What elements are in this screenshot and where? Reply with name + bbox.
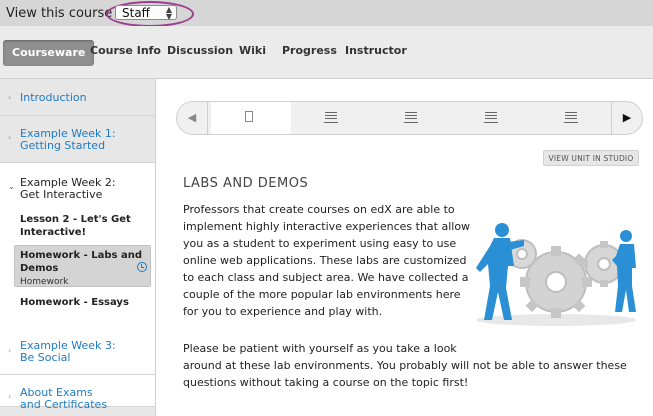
chevron-right-icon: › [8, 346, 12, 355]
left-triangle-icon: ◀ [187, 111, 197, 124]
tab-courseware[interactable]: Courseware [3, 40, 95, 66]
sequence-navigation: ◀ ▶ [176, 101, 643, 135]
chapter-label-line2: Getting Started [20, 139, 106, 152]
text-line: for you to experience and play with. [183, 305, 383, 318]
tab-course-info[interactable]: Course Info [90, 44, 161, 57]
unit-title: LABS AND DEMOS [183, 176, 309, 191]
list-icon [404, 111, 418, 123]
list-icon [324, 111, 338, 123]
tab-instructor[interactable]: Instructor [345, 44, 407, 57]
sequence-unit-5[interactable] [531, 102, 611, 134]
view-as-select[interactable]: Staff ▲ ▼ [115, 5, 177, 21]
text-line: Please be patient with yourself as you t… [183, 342, 457, 355]
section-label-line1: Homework - Essays [20, 297, 129, 308]
sequence-unit-2[interactable] [291, 102, 371, 134]
sequence-unit-3[interactable] [371, 102, 451, 134]
alarm-clock-icon [137, 262, 147, 272]
course-tabs: Courseware Course Info Discussion Wiki P… [0, 26, 653, 79]
section-lesson-2[interactable]: Lesson 2 - Let's Get Interactive! [20, 213, 131, 239]
text-line: questions without taking a course on the… [183, 376, 469, 389]
chapter-label-line2: and Certificates [20, 398, 108, 411]
chapter-label-line2: Get Interactive [20, 188, 103, 201]
chevron-right-icon: › [8, 392, 12, 401]
section-type-label: Homework [20, 277, 69, 287]
list-icon [564, 111, 578, 123]
section-homework-labs-active[interactable]: Homework - Labs and Demos Homework [14, 245, 151, 287]
chapter-week-3[interactable]: › Example Week 3: Be Social [0, 328, 155, 375]
sequence-unit-1[interactable] [211, 102, 291, 134]
text-line: couple of the more popular lab environme… [183, 288, 461, 301]
view-unit-in-studio-button[interactable]: VIEW UNIT IN STUDIO [543, 150, 639, 166]
page-icon [245, 111, 253, 122]
text-line: to each class and subject area. We have … [183, 271, 469, 284]
chapter-week-1[interactable]: › Example Week 1: Getting Started [0, 116, 155, 163]
chapter-about-exams[interactable]: › About Exams and Certificates [0, 375, 155, 416]
text-line: around at these lab environments. You pr… [183, 359, 627, 372]
chevron-right-icon: › [8, 93, 12, 102]
person-figure-icon [476, 223, 524, 320]
text-line: implement highly interactive experiences… [183, 220, 471, 233]
list-icon [484, 111, 498, 123]
tab-wiki[interactable]: Wiki [239, 44, 266, 57]
view-as-bar: View this course as: Staff ▲ ▼ [0, 0, 653, 27]
sequence-unit-4[interactable] [451, 102, 531, 134]
patience-paragraph: Please be patient with yourself as you t… [183, 340, 648, 391]
select-arrows-icon: ▲ ▼ [165, 5, 172, 21]
chevron-down-icon: ⌄ [8, 182, 15, 191]
right-triangle-icon: ▶ [622, 111, 632, 124]
people-gears-illustration [476, 223, 636, 326]
sequence-previous-button[interactable]: ◀ [177, 102, 208, 134]
section-label-line1: Lesson 2 - Let's Get [20, 214, 131, 225]
text-line: Professors that create courses on edX ar… [183, 203, 455, 216]
sequence-next-button[interactable]: ▶ [611, 102, 642, 134]
section-label-line1: Homework - Labs and [20, 250, 142, 261]
chevron-right-icon: › [8, 133, 12, 142]
text-line: you as a student to experiment using eas… [183, 237, 457, 250]
chapter-label: Introduction [20, 91, 87, 104]
section-label-line2: Interactive! [20, 227, 87, 238]
chapter-label-line2: Be Social [20, 351, 71, 364]
text-line: online web applications. These labs are … [183, 254, 467, 267]
tab-discussion[interactable]: Discussion [167, 44, 233, 57]
chapter-introduction[interactable]: › Introduction [0, 79, 155, 116]
tab-progress[interactable]: Progress [282, 44, 337, 57]
section-label-line2: Demos [20, 263, 59, 274]
view-as-select-value: Staff [122, 6, 150, 20]
section-homework-essays[interactable]: Homework - Essays [20, 296, 129, 309]
course-navigation-sidebar: › Introduction › Example Week 1: Getting… [0, 79, 156, 416]
intro-paragraph: Professors that create courses on edX ar… [183, 201, 473, 320]
